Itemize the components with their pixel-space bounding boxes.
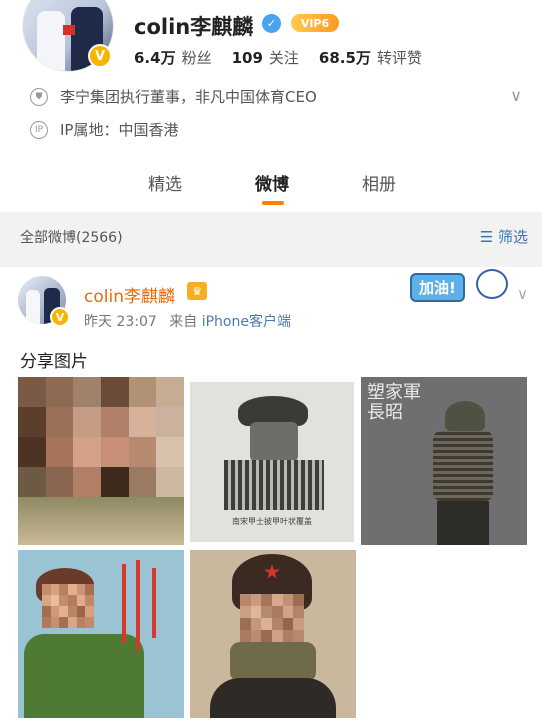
calligraphy-text: 塑家軍長昭	[367, 382, 421, 423]
vip-badge[interactable]: VIP6	[291, 14, 339, 32]
verified-v-badge-icon: V	[88, 44, 112, 68]
image-caption: 南宋甲士披甲叶状覆盖	[232, 517, 312, 526]
shield-icon: ⛊	[30, 87, 48, 106]
divider	[0, 260, 542, 267]
expand-chevron-down-icon[interactable]: ∨	[510, 86, 522, 105]
ip-row: IP IP属地：中国香港	[30, 119, 178, 140]
stat-reposts-comments-likes[interactable]: 68.5万 转评赞	[319, 47, 422, 68]
post-image-1[interactable]	[18, 377, 184, 545]
tab-album[interactable]: 相册	[362, 170, 396, 195]
profile-name: colin李麒麟	[134, 15, 254, 39]
ip-text: IP属地：中国香港	[60, 121, 179, 139]
team-logo-icon	[476, 269, 508, 299]
post-image-5[interactable]	[190, 550, 356, 718]
bio-row[interactable]: ⛊ 李宁集团执行董事，非凡中国体育CEO	[30, 86, 317, 107]
active-tab-indicator	[262, 201, 284, 205]
post-author-name[interactable]: colin李麒麟	[84, 282, 175, 307]
filter-icon: ☰	[479, 228, 494, 246]
verified-check-icon[interactable]: ✓	[262, 14, 281, 33]
post-image-3[interactable]: 塑家軍長昭	[361, 377, 527, 545]
tab-weibo[interactable]: 微博	[255, 170, 289, 195]
all-posts-count: 全部微博(2566)	[20, 230, 123, 246]
cheer-sticker: 加油!	[410, 269, 508, 302]
post-image-4[interactable]	[18, 550, 184, 718]
post-source-prefix: 来自	[169, 314, 198, 330]
stat-followers[interactable]: 6.4万 粉丝	[134, 47, 212, 68]
bio-text: 李宁集团执行董事，非凡中国体育CEO	[60, 88, 317, 106]
profile-header: V colin李麒麟 ✓ VIP6 6.4万 粉丝 109 关注 68.5万 转评赞 …	[0, 0, 542, 212]
pixel-mosaic	[42, 584, 94, 628]
profile-stats: 6.4万 粉丝 109 关注 68.5万 转评赞	[134, 47, 422, 68]
crown-badge-icon: ♛	[187, 282, 207, 300]
profile-tabs: 精选 微博 相册	[0, 170, 542, 210]
filter-bar: 全部微博(2566) ☰ 筛选	[0, 212, 542, 260]
ip-location-icon: IP	[30, 120, 48, 139]
post-text: 分享图片	[20, 352, 88, 372]
post-menu-chevron-icon[interactable]: ∨	[517, 285, 528, 303]
tab-featured[interactable]: 精选	[148, 170, 182, 195]
post-image-2[interactable]: 南宋甲士披甲叶状覆盖	[190, 382, 354, 542]
post-source[interactable]: iPhone客户端	[202, 314, 291, 330]
post-time: 昨天 23:07	[84, 314, 157, 330]
post-card[interactable]: V colin李麒麟 ♛ 昨天 23:07 来自 iPhone客户端 加油! ∨…	[0, 267, 542, 728]
verified-v-badge-icon: V	[50, 307, 70, 327]
stat-following[interactable]: 109 关注	[232, 47, 299, 68]
pixel-mosaic	[240, 594, 304, 642]
pixel-mosaic	[18, 377, 184, 497]
post-meta: 昨天 23:07 来自 iPhone客户端	[84, 311, 291, 331]
sticker-text: 加油!	[410, 273, 465, 302]
filter-button[interactable]: ☰ 筛选	[480, 226, 528, 247]
